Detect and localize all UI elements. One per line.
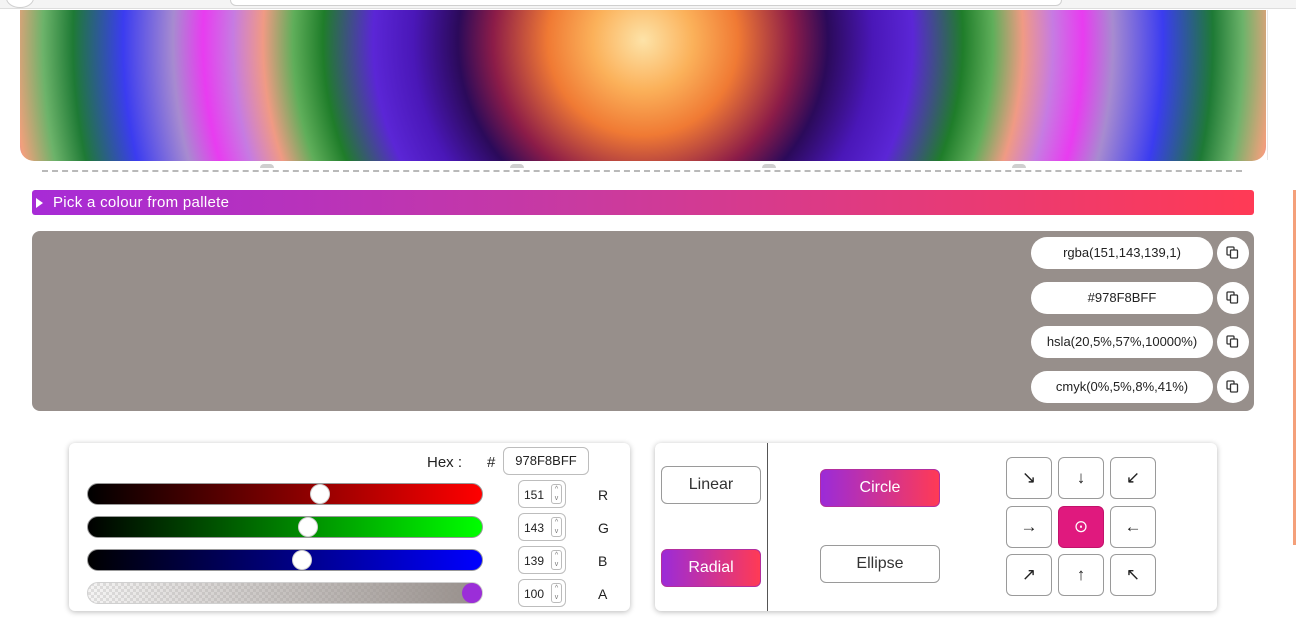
green-label: G bbox=[598, 520, 609, 536]
red-slider-thumb[interactable] bbox=[310, 484, 330, 504]
direction-bottom-button[interactable]: ↑ bbox=[1058, 554, 1104, 596]
copy-cmyk-button[interactable] bbox=[1217, 371, 1249, 403]
green-slider[interactable] bbox=[87, 516, 483, 538]
back-button[interactable] bbox=[6, 0, 34, 8]
green-value: 143 bbox=[524, 521, 545, 535]
copy-icon bbox=[1226, 291, 1239, 304]
direction-top-left-button[interactable]: ↘ bbox=[1006, 457, 1052, 499]
blue-label: B bbox=[598, 553, 608, 569]
alpha-slider[interactable] bbox=[87, 582, 483, 604]
direction-top-right-button[interactable]: ↙ bbox=[1110, 457, 1156, 499]
copy-rgba-button[interactable] bbox=[1217, 237, 1249, 269]
alpha-slider-thumb[interactable] bbox=[462, 583, 482, 603]
circle-button[interactable]: Circle bbox=[820, 469, 940, 507]
hex-value: #978F8BFF bbox=[1031, 282, 1213, 314]
direction-top-button[interactable]: ↓ bbox=[1058, 457, 1104, 499]
alpha-value: 100 bbox=[524, 587, 545, 601]
cmyk-value: cmyk(0%,5%,8%,41%) bbox=[1031, 371, 1213, 403]
blue-slider[interactable] bbox=[87, 549, 483, 571]
stepper-icon[interactable]: ^ v bbox=[551, 517, 562, 537]
stepper-icon[interactable]: ^ v bbox=[551, 583, 562, 603]
browser-toolbar bbox=[0, 0, 1296, 9]
address-bar[interactable] bbox=[230, 0, 1062, 6]
stepper-icon[interactable]: ^ v bbox=[551, 484, 562, 504]
gradient-stop-handle[interactable] bbox=[510, 164, 524, 168]
red-label: R bbox=[598, 487, 609, 503]
hsla-value: hsla(20,5%,57%,10000%) bbox=[1031, 326, 1213, 358]
copy-icon bbox=[1226, 380, 1239, 393]
alpha-label: A bbox=[598, 586, 608, 602]
copy-icon bbox=[1226, 335, 1239, 348]
gradient-stop-handle[interactable] bbox=[260, 164, 274, 168]
gradient-stop-handle[interactable] bbox=[762, 164, 776, 168]
palette-toggle[interactable]: Pick a colour from pallete bbox=[32, 190, 1254, 215]
linear-button[interactable]: Linear bbox=[661, 466, 761, 504]
red-number-input[interactable]: 151 ^ v bbox=[518, 480, 566, 508]
red-slider[interactable] bbox=[87, 483, 483, 505]
copy-hsla-button[interactable] bbox=[1217, 326, 1249, 358]
blue-number-input[interactable]: 139 ^ v bbox=[518, 546, 566, 574]
direction-bottom-right-button[interactable]: ↖ bbox=[1110, 554, 1156, 596]
green-number-input[interactable]: 143 ^ v bbox=[518, 513, 566, 541]
hash-sign: # bbox=[487, 454, 496, 471]
hex-input[interactable]: 978F8BFF bbox=[503, 447, 589, 475]
gradient-stop-handle[interactable] bbox=[1012, 164, 1026, 168]
direction-right-button[interactable]: ← bbox=[1110, 506, 1156, 548]
gradient-stop-track[interactable] bbox=[42, 170, 1242, 172]
expand-triangle-icon bbox=[36, 198, 43, 208]
copy-hex-button[interactable] bbox=[1217, 282, 1249, 314]
radial-button[interactable]: Radial bbox=[661, 549, 761, 587]
ellipse-button[interactable]: Ellipse bbox=[820, 545, 940, 583]
copy-icon bbox=[1226, 246, 1239, 259]
hex-label: Hex : bbox=[427, 454, 463, 471]
rgba-value: rgba(151,143,139,1) bbox=[1031, 237, 1213, 269]
blue-slider-thumb[interactable] bbox=[292, 550, 312, 570]
direction-center-button[interactable]: ⊙ bbox=[1058, 506, 1104, 548]
red-value: 151 bbox=[524, 488, 545, 502]
panel-divider bbox=[767, 443, 768, 611]
stepper-icon[interactable]: ^ v bbox=[551, 550, 562, 570]
divider bbox=[1267, 10, 1268, 160]
direction-bottom-left-button[interactable]: ↗ bbox=[1006, 554, 1052, 596]
gradient-preview bbox=[20, 10, 1266, 161]
direction-left-button[interactable]: → bbox=[1006, 506, 1052, 548]
green-slider-thumb[interactable] bbox=[298, 517, 318, 537]
blue-value: 139 bbox=[524, 554, 545, 568]
palette-toggle-label: Pick a colour from pallete bbox=[53, 194, 230, 211]
alpha-number-input[interactable]: 100 ^ v bbox=[518, 579, 566, 607]
